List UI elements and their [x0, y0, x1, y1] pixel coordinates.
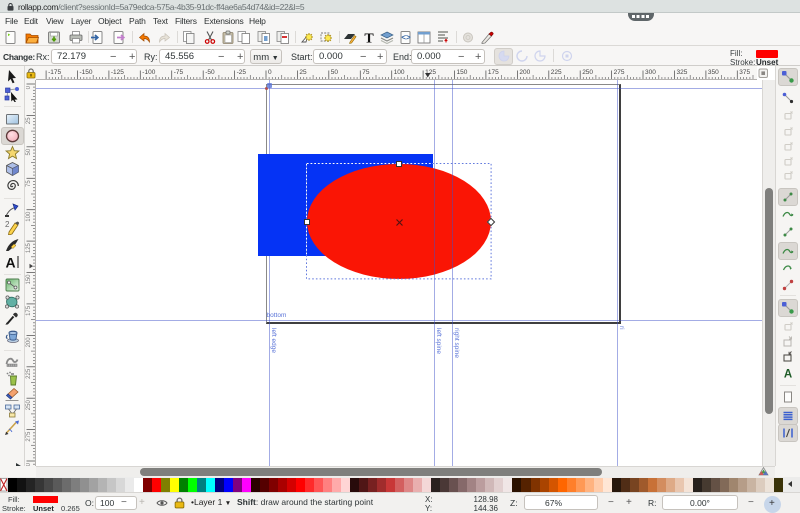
svg-text:-50: -50 [205, 69, 215, 76]
svg-text:A: A [784, 368, 792, 380]
svg-text:150: 150 [26, 274, 32, 285]
svg-text:A: A [6, 254, 16, 270]
svg-text:250: 250 [582, 69, 593, 76]
svg-text:150: 150 [457, 69, 468, 76]
svg-text:300: 300 [645, 69, 656, 76]
svg-text:-75: -75 [174, 69, 184, 76]
svg-text:225: 225 [26, 368, 32, 379]
svg-text:-175: -175 [48, 69, 61, 76]
svg-text:75: 75 [362, 69, 370, 76]
svg-text:375: 375 [739, 69, 750, 76]
svg-text:200: 200 [26, 337, 32, 348]
svg-text:325: 325 [677, 69, 688, 76]
svg-text:200: 200 [519, 69, 530, 76]
svg-text:25: 25 [26, 117, 32, 124]
svg-text:0: 0 [268, 69, 272, 76]
svg-text:125: 125 [26, 242, 32, 253]
svg-text:T: T [364, 31, 374, 45]
svg-text:-25: -25 [237, 69, 247, 76]
svg-text:225: 225 [551, 69, 562, 76]
svg-text:-100: -100 [142, 69, 155, 76]
svg-text:175: 175 [488, 69, 499, 76]
svg-text:275: 275 [614, 69, 625, 76]
svg-text:275: 275 [26, 431, 32, 442]
svg-text:75: 75 [26, 180, 32, 187]
svg-text:50: 50 [331, 69, 339, 76]
svg-text:25: 25 [299, 69, 307, 76]
svg-text:250: 250 [26, 400, 32, 411]
svg-text:100: 100 [394, 69, 405, 76]
svg-text:350: 350 [708, 69, 719, 76]
svg-text:100: 100 [26, 211, 32, 222]
svg-text:50: 50 [26, 148, 32, 155]
svg-text:2: 2 [5, 220, 10, 229]
svg-text:<>: <> [401, 33, 411, 42]
svg-text:175: 175 [26, 305, 32, 316]
svg-text:-125: -125 [111, 69, 124, 76]
svg-text:-150: -150 [80, 69, 93, 76]
